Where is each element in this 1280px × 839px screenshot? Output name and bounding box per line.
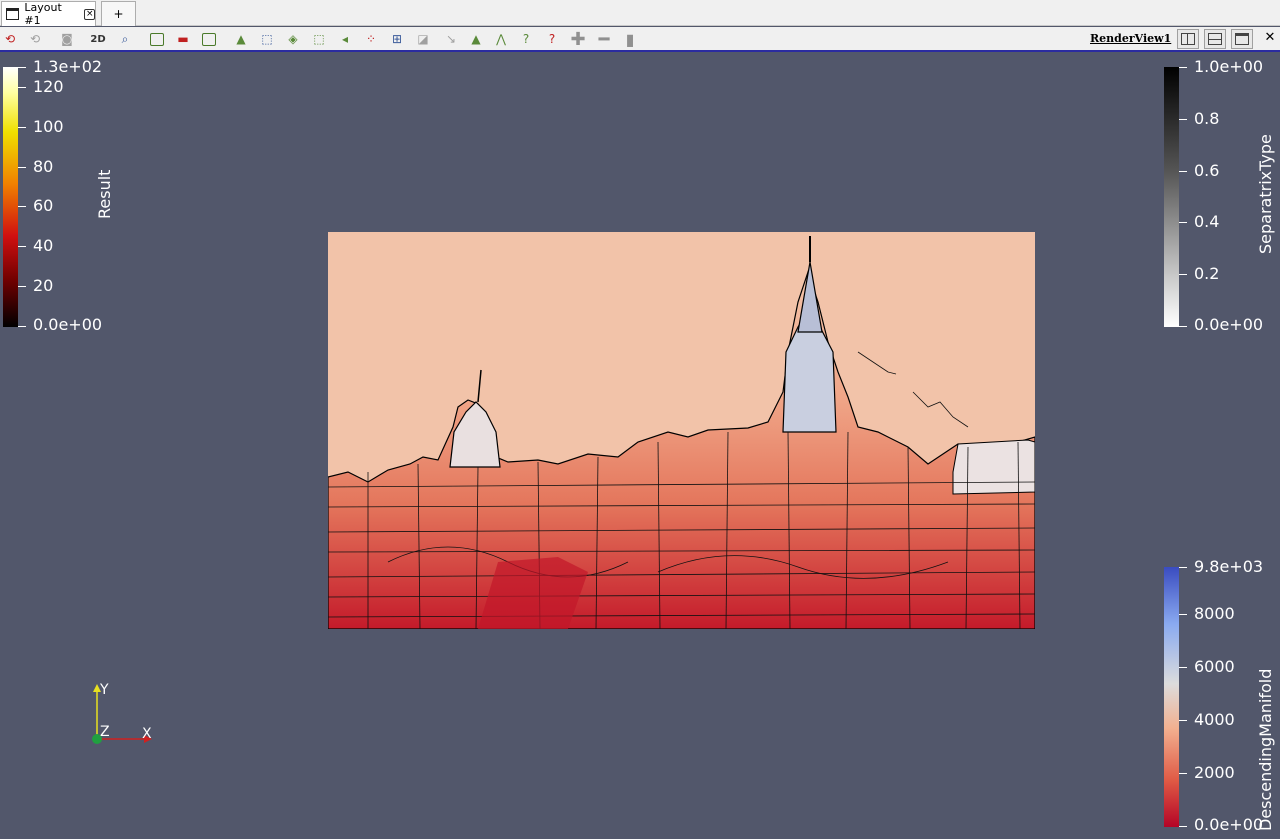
select-points-on-icon[interactable]: ▬ <box>173 30 193 48</box>
interactive-select-cells-icon[interactable]: ⁘ <box>361 30 381 48</box>
descending-label-4000: 4000 <box>1194 710 1235 729</box>
select-points-frustum-icon[interactable] <box>199 30 219 48</box>
interactive-select-points-icon[interactable]: ⊞ <box>387 30 407 48</box>
split-vertical-icon <box>1208 33 1222 45</box>
result-label-60: 60 <box>33 196 54 215</box>
y-axis-label: Y <box>100 682 109 698</box>
split-horizontal-icon <box>1181 33 1195 45</box>
result-label-80: 80 <box>33 157 54 176</box>
split-vertical-button[interactable] <box>1204 29 1226 49</box>
separatrix-colorbar-title: SeparatrixType <box>1256 134 1275 254</box>
hover-points-icon[interactable]: ◪ <box>413 30 433 48</box>
galata-skyline-render <box>328 232 1035 629</box>
add-layout-tab-button[interactable]: + <box>101 1 136 26</box>
descending-label-min: 0.0e+00 <box>1194 815 1264 834</box>
window-icon <box>6 8 20 20</box>
select-cells-on-icon[interactable] <box>147 30 167 48</box>
hover-cells-icon[interactable]: ↘ <box>441 30 461 48</box>
tab-layout-label: Layout #1 <box>24 1 62 27</box>
minus-icon[interactable]: ━ <box>594 29 614 50</box>
tab-bar: Layout #1 × + <box>0 0 1280 27</box>
result-label-min: 0.0e+00 <box>33 315 103 334</box>
descending-label-6000: 6000 <box>1194 657 1235 676</box>
separatrix-label-04: 0.4 <box>1194 212 1220 231</box>
grow-selection-icon[interactable]: ▲ <box>466 30 486 48</box>
result-label-100: 100 <box>33 117 64 136</box>
result-label-120: 120 <box>33 77 64 96</box>
result-label-40: 40 <box>33 236 54 255</box>
select-cells-through-icon[interactable]: ▲ <box>231 30 251 48</box>
separatrix-label-max: 1.0e+00 <box>1194 57 1264 76</box>
separatrix-label-06: 0.6 <box>1194 161 1220 180</box>
result-gradient <box>3 67 18 327</box>
separatrix-label-08: 0.8 <box>1194 109 1220 128</box>
shrink-selection-icon[interactable]: ⋀ <box>491 30 511 48</box>
close-tab-icon[interactable]: × <box>84 8 96 20</box>
separatrix-colorbar: 1.0e+00 0.8 0.6 0.4 0.2 0.0e+00 Separatr… <box>1150 54 1280 334</box>
separatrix-label-02: 0.2 <box>1194 264 1220 283</box>
select-points-polygon-icon[interactable]: ⬚ <box>309 30 329 48</box>
maximize-icon <box>1235 33 1249 45</box>
renderview-title[interactable]: RenderView1 <box>1090 32 1171 45</box>
z-axis-label: Z <box>100 724 110 740</box>
plus-icon[interactable]: ✚ <box>568 29 588 50</box>
view-toolbar: ⟲ ⟲ ◙ 2D ⌕ ▬ ▲ ⬚ ◈ ⬚ ◂ ⁘ ⊞ ◪ ↘ ▲ ⋀ ? ? ✚… <box>0 27 1280 52</box>
reset-camera-icon[interactable]: ⟲ <box>0 30 20 48</box>
descending-colorbar-title: DescendingManifold <box>1256 668 1275 831</box>
reset-camera-closest-icon[interactable]: ⟲ <box>25 30 45 48</box>
toggle-2d-button[interactable]: 2D <box>88 30 108 48</box>
orientation-axes: Y X Z <box>80 682 170 752</box>
result-label-max: 1.3e+02 <box>33 57 103 76</box>
descending-label-8000: 8000 <box>1194 604 1235 623</box>
descending-label-max: 9.8e+03 <box>1194 557 1264 576</box>
separatrix-gradient <box>1164 67 1179 327</box>
rendered-image[interactable] <box>328 232 1035 629</box>
split-horizontal-button[interactable] <box>1177 29 1199 49</box>
descending-label-2000: 2000 <box>1194 763 1235 782</box>
select-points-through-icon[interactable]: ⬚ <box>257 30 277 48</box>
add-selection-icon[interactable]: ? <box>542 30 562 48</box>
x-axis-label: X <box>142 726 152 742</box>
clear-selection-icon[interactable]: ? <box>516 30 536 48</box>
select-cells-polygon-icon[interactable]: ◈ <box>283 30 303 48</box>
close-view-button[interactable]: ✕ <box>1259 29 1280 49</box>
select-block-icon[interactable]: ◂ <box>335 30 355 48</box>
descending-gradient <box>1164 567 1179 827</box>
capture-screenshot-icon[interactable]: ◙ <box>57 30 77 48</box>
result-colorbar-title: Result <box>95 169 114 219</box>
axes-triad <box>92 684 152 744</box>
result-colorbar: 1.3e+02 120 100 80 60 40 20 0.0e+00 Resu… <box>0 54 140 334</box>
descending-manifold-colorbar: 9.8e+03 8000 6000 4000 2000 0.0e+00 Desc… <box>1150 554 1280 839</box>
maximize-button[interactable] <box>1231 29 1253 49</box>
separatrix-label-min: 0.0e+00 <box>1194 315 1264 334</box>
delete-icon[interactable]: ▮ <box>620 30 640 49</box>
tab-layout-1[interactable]: Layout #1 × <box>1 1 96 27</box>
result-label-20: 20 <box>33 276 54 295</box>
render-view[interactable]: 1.3e+02 120 100 80 60 40 20 0.0e+00 Resu… <box>0 54 1280 839</box>
zoom-to-box-icon[interactable]: ⌕ <box>115 30 135 48</box>
